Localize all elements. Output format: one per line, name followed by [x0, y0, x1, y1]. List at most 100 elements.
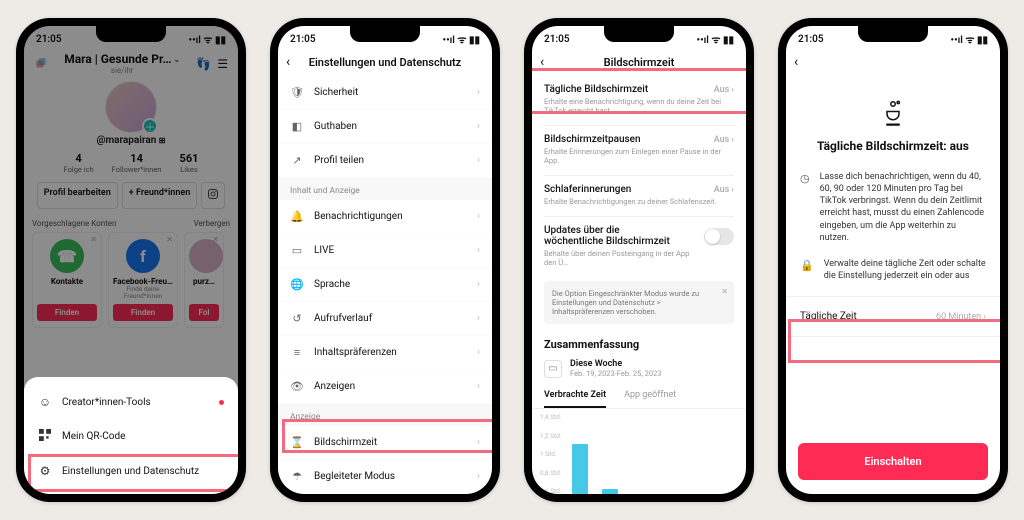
row-screen-time[interactable]: ⌛ Bildschirmzeit ›	[278, 426, 492, 460]
chevron-right-icon: ›	[731, 85, 734, 95]
row-value: Aus›	[714, 85, 734, 95]
qr-icon	[38, 429, 52, 444]
bell-icon: 🔔	[290, 210, 304, 223]
row-notifications[interactable]: 🔔 Benachrichtigungen ›	[278, 200, 492, 234]
phone-frame-1: 21:05 ••ıl ᯤ ▮▮ Mara | Gesunde Pr… ⌄ sie…	[16, 18, 246, 502]
phone-frame-3: 21:05 ••ıl ᯤ ▮▮ ‹ Bildschirmzeit Täglich…	[524, 18, 754, 502]
chevron-right-icon: ›	[477, 471, 480, 482]
row-live[interactable]: ▭ LIVE ›	[278, 234, 492, 268]
clock-icon: ↺	[290, 312, 304, 325]
phone-frame-4: 21:05 ••ıl ᯤ ▮▮ ‹ Tägliche Bildschirmzei…	[778, 18, 1008, 502]
status-icons: ••ıl ᯤ ▮▮	[697, 32, 734, 46]
globe-icon: 🌐	[290, 278, 304, 291]
row-label: Mein QR-Code	[62, 431, 125, 442]
back-icon[interactable]: ‹	[540, 54, 558, 70]
row-daily-time[interactable]: Tägliche Zeit 60 Minuten ›	[786, 296, 1000, 337]
row-label: Bildschirmzeit	[314, 437, 377, 448]
chevron-right-icon: ›	[983, 312, 986, 322]
screen-time-header: ‹ Bildschirmzeit	[532, 48, 746, 76]
info-bullet: 🔒 Verwalte deine tägliche Zeit oder scha…	[800, 258, 986, 282]
row-security[interactable]: 🛡 Sicherheit ›	[278, 76, 492, 110]
chart-bar	[602, 489, 618, 494]
row-subtext: Behalte über deinen Posteingang in der A…	[544, 249, 696, 267]
info-note: Die Option Eingeschränkter Modus wurde z…	[544, 281, 734, 324]
date-range: Feb. 19, 2023-Feb. 25, 2023	[570, 369, 662, 378]
back-icon[interactable]: ‹	[286, 54, 304, 70]
creator-tools-row[interactable]: ☺ Creator*innen-Tools	[24, 385, 238, 419]
row-subtext: Erhalte Benachrichtigungen zu deiner Sch…	[544, 197, 734, 206]
tab-time-spent[interactable]: Verbrachte Zeit	[544, 384, 606, 408]
row-label: Schlaferinnerungen	[544, 184, 631, 195]
enable-button[interactable]: Einschalten	[798, 443, 988, 480]
week-selector[interactable]: ▭ Diese Woche Feb. 19, 2023-Feb. 25, 202…	[532, 353, 746, 384]
bullet-text: Verwalte deine tägliche Zeit oder schalt…	[824, 258, 986, 282]
bullet-text: Lasse dich benachrichtigen, wenn du 40, …	[820, 171, 986, 244]
chevron-right-icon: ›	[477, 381, 480, 392]
share-icon: ↗	[290, 154, 304, 167]
settings-privacy-row[interactable]: ⚙ Einstellungen und Datenschutz	[24, 454, 238, 488]
row-share-profile[interactable]: ↗ Profil teilen ›	[278, 144, 492, 178]
row-screen-time-breaks[interactable]: Bildschirmzeitpausen Aus› Erhalte Erinne…	[532, 126, 746, 175]
status-time: 21:05	[798, 34, 824, 45]
gear-icon: ⚙	[38, 464, 52, 478]
row-family-pairing[interactable]: ☂ Begleiteter Modus ›	[278, 460, 492, 494]
close-icon[interactable]: ✕	[721, 287, 728, 296]
row-label: Einstellungen und Datenschutz	[62, 466, 199, 477]
chevron-right-icon: ›	[477, 279, 480, 290]
notch	[858, 26, 928, 42]
row-label: Anzeigen	[314, 381, 355, 392]
chart-bar	[572, 444, 588, 494]
row-label: Benachrichtigungen	[314, 211, 403, 222]
chevron-right-icon: ›	[477, 121, 480, 132]
row-value: 60 Minuten ›	[936, 312, 986, 322]
chevron-right-icon: ›	[477, 313, 480, 324]
page-title: Tägliche Bildschirmzeit: aus	[786, 139, 1000, 153]
chevron-right-icon: ›	[477, 211, 480, 222]
row-label: Updates über die wöchentliche Bildschirm…	[544, 225, 674, 247]
row-label: Bildschirmzeitpausen	[544, 134, 641, 145]
back-icon[interactable]: ‹	[794, 54, 812, 70]
row-label: Sicherheit	[314, 87, 358, 98]
qr-code-row[interactable]: Mein QR-Code	[24, 419, 238, 454]
row-daily-screen-time[interactable]: Tägliche Bildschirmzeit Aus› Erhalte ein…	[532, 76, 746, 125]
calendar-icon: ▭	[544, 360, 562, 378]
row-balance[interactable]: ◧ Guthaben ›	[278, 110, 492, 144]
summary-heading: Zusammenfassung	[532, 328, 746, 353]
row-value: Aus›	[714, 135, 734, 145]
row-label: Creator*innen-Tools	[62, 397, 151, 408]
row-label: Tägliche Zeit	[800, 311, 857, 322]
notch	[604, 26, 674, 42]
daily-time-header: ‹	[786, 48, 1000, 76]
row-watch-history[interactable]: ↺ Aufrufverlauf ›	[278, 302, 492, 336]
notch	[350, 26, 420, 42]
chevron-right-icon: ›	[477, 437, 480, 448]
section-label: Inhalt und Anzeige	[278, 178, 492, 200]
phone-frame-2: 21:05 ••ıl ᯤ ▮▮ ‹ Einstellungen und Date…	[270, 18, 500, 502]
row-weekly-updates: Updates über die wöchentliche Bildschirm…	[532, 217, 746, 277]
hourglass-icon: ⌛	[290, 436, 304, 449]
row-language[interactable]: 🌐 Sprache ›	[278, 268, 492, 302]
lock-icon: 🔒	[800, 259, 814, 282]
status-icons: ••ıl ᯤ ▮▮	[443, 32, 480, 46]
live-icon: ▭	[290, 244, 304, 257]
chevron-right-icon: ›	[731, 185, 734, 195]
row-content-preferences[interactable]: ≡ Inhaltspräferenzen ›	[278, 336, 492, 370]
badge-dot	[219, 400, 224, 405]
row-sleep-reminders[interactable]: Schlaferinnerungen Aus› Erhalte Benachri…	[532, 176, 746, 216]
tab-app-opened[interactable]: App geöffnet	[624, 384, 676, 408]
chevron-right-icon: ›	[477, 155, 480, 166]
eye-icon: 👁	[290, 380, 304, 393]
notch	[96, 26, 166, 42]
info-bullet: ◷ Lasse dich benachrichtigen, wenn du 40…	[800, 171, 986, 244]
row-label: LIVE	[314, 245, 334, 256]
toggle-switch[interactable]	[704, 228, 734, 245]
row-value: Aus›	[714, 185, 734, 195]
status-time: 21:05	[290, 34, 316, 45]
row-label: Guthaben	[314, 121, 357, 132]
chevron-right-icon: ›	[731, 135, 734, 145]
wallet-icon: ◧	[290, 120, 304, 133]
row-label: Tägliche Bildschirmzeit	[544, 84, 648, 95]
row-ads[interactable]: 👁 Anzeigen ›	[278, 370, 492, 404]
row-label: Sprache	[314, 279, 350, 290]
page-title: Bildschirmzeit	[558, 56, 738, 69]
